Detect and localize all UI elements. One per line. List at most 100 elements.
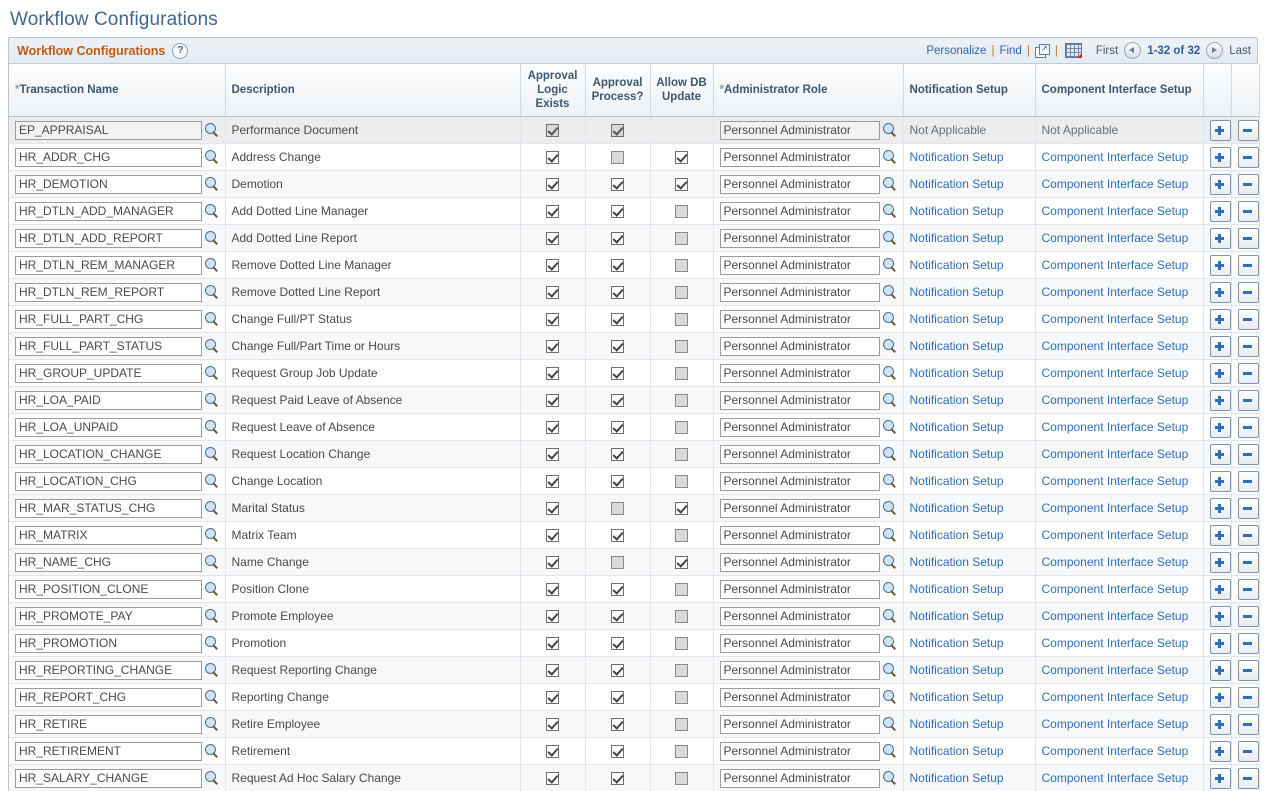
component-interface-setup-link[interactable]: Component Interface Setup <box>1042 258 1189 272</box>
lookup-search-icon[interactable] <box>204 339 219 353</box>
delete-row-button[interactable] <box>1237 146 1259 168</box>
checkbox-allow-db-update[interactable] <box>675 313 688 327</box>
administrator-role-input[interactable] <box>719 417 880 437</box>
column-header-transaction-name[interactable]: *Transaction Name <box>9 64 226 117</box>
checkbox-allow-db-update[interactable] <box>675 772 688 786</box>
component-interface-setup-link[interactable]: Component Interface Setup <box>1042 339 1189 353</box>
checkbox-approval-logic-exists[interactable] <box>546 232 559 246</box>
checkbox-approval-process[interactable] <box>611 637 624 651</box>
add-row-button[interactable] <box>1209 551 1231 573</box>
column-header-component-interface-setup[interactable]: Component Interface Setup <box>1035 64 1204 117</box>
delete-row-button[interactable] <box>1237 416 1259 438</box>
administrator-role-input[interactable] <box>719 687 880 707</box>
lookup-search-icon[interactable] <box>204 366 219 380</box>
notification-setup-link[interactable]: Notification Setup <box>910 231 1004 245</box>
first-page-label[interactable]: First <box>1096 45 1118 57</box>
column-header-approval-logic-exists[interactable]: Approval Logic Exists <box>520 64 586 117</box>
component-interface-setup-link[interactable]: Component Interface Setup <box>1042 312 1189 326</box>
checkbox-approval-logic-exists[interactable] <box>546 313 559 327</box>
add-row-button[interactable] <box>1209 713 1231 735</box>
transaction-name-input[interactable] <box>15 120 202 140</box>
lookup-search-icon[interactable] <box>204 420 219 434</box>
checkbox-approval-process[interactable] <box>611 151 624 165</box>
component-interface-setup-link[interactable]: Component Interface Setup <box>1042 663 1189 677</box>
lookup-search-icon[interactable] <box>882 420 897 434</box>
add-row-button[interactable] <box>1209 632 1231 654</box>
next-arrow-icon[interactable] <box>1206 42 1224 59</box>
checkbox-approval-logic-exists[interactable] <box>546 718 559 732</box>
administrator-role-input[interactable] <box>719 363 880 383</box>
lookup-search-icon[interactable] <box>882 312 897 326</box>
lookup-search-icon[interactable] <box>882 771 897 785</box>
administrator-role-input[interactable] <box>719 741 880 761</box>
checkbox-approval-logic-exists[interactable] <box>546 340 559 354</box>
notification-setup-link[interactable]: Notification Setup <box>910 555 1004 569</box>
transaction-name-input[interactable] <box>15 336 202 356</box>
checkbox-allow-db-update[interactable] <box>675 475 688 489</box>
transaction-name-input[interactable] <box>15 417 202 437</box>
lookup-search-icon[interactable] <box>882 744 897 758</box>
delete-row-button[interactable] <box>1237 551 1259 573</box>
delete-row-button[interactable] <box>1237 335 1259 357</box>
administrator-role-input[interactable] <box>719 552 880 572</box>
component-interface-setup-link[interactable]: Component Interface Setup <box>1042 636 1189 650</box>
administrator-role-input[interactable] <box>719 336 880 356</box>
add-row-button[interactable] <box>1209 119 1231 141</box>
checkbox-allow-db-update[interactable] <box>675 394 688 408</box>
administrator-role-input[interactable] <box>719 282 880 302</box>
administrator-role-input[interactable] <box>719 390 880 410</box>
last-page-label[interactable]: Last <box>1229 45 1251 57</box>
notification-setup-link[interactable]: Notification Setup <box>910 204 1004 218</box>
checkbox-approval-process[interactable] <box>611 583 624 597</box>
component-interface-setup-link[interactable]: Component Interface Setup <box>1042 150 1189 164</box>
add-row-button[interactable] <box>1209 470 1231 492</box>
checkbox-approval-process[interactable] <box>611 421 624 435</box>
delete-row-button[interactable] <box>1237 632 1259 654</box>
add-row-button[interactable] <box>1209 308 1231 330</box>
notification-setup-link[interactable]: Notification Setup <box>910 717 1004 731</box>
column-header-description[interactable]: Description <box>225 64 521 117</box>
notification-setup-link[interactable]: Notification Setup <box>910 339 1004 353</box>
checkbox-approval-logic-exists[interactable] <box>546 448 559 462</box>
notification-setup-link[interactable]: Notification Setup <box>910 609 1004 623</box>
add-row-button[interactable] <box>1209 389 1231 411</box>
lookup-search-icon[interactable] <box>204 555 219 569</box>
checkbox-approval-process[interactable] <box>611 313 624 327</box>
notification-setup-link[interactable]: Notification Setup <box>910 771 1004 785</box>
transaction-name-input[interactable] <box>15 552 202 572</box>
lookup-search-icon[interactable] <box>204 636 219 650</box>
delete-row-button[interactable] <box>1237 578 1259 600</box>
checkbox-approval-process[interactable] <box>611 124 624 138</box>
administrator-role-input[interactable] <box>719 120 880 140</box>
checkbox-approval-logic-exists[interactable] <box>546 205 559 219</box>
lookup-search-icon[interactable] <box>204 285 219 299</box>
lookup-search-icon[interactable] <box>882 717 897 731</box>
add-row-button[interactable] <box>1209 281 1231 303</box>
lookup-search-icon[interactable] <box>882 123 897 137</box>
checkbox-approval-process[interactable] <box>611 232 624 246</box>
notification-setup-link[interactable]: Notification Setup <box>910 582 1004 596</box>
administrator-role-input[interactable] <box>719 714 880 734</box>
download-to-excel-icon[interactable] <box>1064 43 1082 58</box>
lookup-search-icon[interactable] <box>204 231 219 245</box>
checkbox-allow-db-update[interactable] <box>675 637 688 651</box>
lookup-search-icon[interactable] <box>882 474 897 488</box>
add-row-button[interactable] <box>1209 362 1231 384</box>
add-row-button[interactable] <box>1209 767 1231 789</box>
transaction-name-input[interactable] <box>15 687 202 707</box>
administrator-role-input[interactable] <box>719 444 880 464</box>
delete-row-button[interactable] <box>1237 200 1259 222</box>
checkbox-approval-logic-exists[interactable] <box>546 772 559 786</box>
administrator-role-input[interactable] <box>719 309 880 329</box>
lookup-search-icon[interactable] <box>882 555 897 569</box>
administrator-role-input[interactable] <box>719 768 880 788</box>
lookup-search-icon[interactable] <box>204 717 219 731</box>
lookup-search-icon[interactable] <box>204 393 219 407</box>
delete-row-button[interactable] <box>1237 605 1259 627</box>
checkbox-approval-logic-exists[interactable] <box>546 691 559 705</box>
delete-row-button[interactable] <box>1237 659 1259 681</box>
lookup-search-icon[interactable] <box>882 231 897 245</box>
component-interface-setup-link[interactable]: Component Interface Setup <box>1042 717 1189 731</box>
checkbox-approval-logic-exists[interactable] <box>546 556 559 570</box>
checkbox-approval-logic-exists[interactable] <box>546 124 559 138</box>
